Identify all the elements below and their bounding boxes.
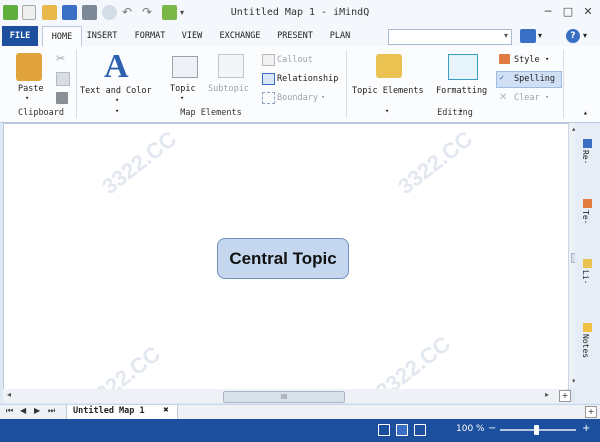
- next-tab-icon[interactable]: ▶: [34, 406, 40, 415]
- clear-dropdown-icon: ▾: [545, 93, 550, 101]
- zoom-level: 100 %: [456, 424, 485, 434]
- tab-format[interactable]: FORMAT: [130, 26, 170, 46]
- scroll-left-icon[interactable]: ◂: [7, 390, 11, 399]
- horizontal-scrollbar[interactable]: ◂ III ▸ +: [3, 389, 571, 403]
- zoom-in-button[interactable]: +: [582, 423, 590, 434]
- tab-home[interactable]: HOME: [42, 26, 82, 46]
- tab-present[interactable]: PRESENT: [272, 26, 318, 46]
- full-screen-icon[interactable]: [414, 424, 426, 436]
- horizontal-scroll-thumb[interactable]: III: [223, 391, 345, 403]
- topic-dropdown-icon[interactable]: ▾: [180, 94, 184, 102]
- topic-elements-icon[interactable]: [376, 54, 402, 78]
- minimize-button[interactable]: ─: [538, 4, 558, 20]
- paste-icon[interactable]: [16, 53, 42, 81]
- subtopic-button: Subtopic: [208, 84, 249, 94]
- boundary-button: Boundary: [277, 93, 318, 103]
- group-separator: [563, 50, 564, 118]
- prev-tab-icon[interactable]: ◀: [20, 406, 26, 415]
- sidetab-resources[interactable]: Re·: [578, 139, 598, 164]
- tab-file[interactable]: FILE: [2, 26, 38, 46]
- last-tab-icon[interactable]: ⏭: [48, 406, 55, 416]
- clipboard-group-label: Clipboard: [17, 108, 65, 118]
- ribbon: Paste ▾ ✂ Clipboard A Text and Color ▾ T…: [0, 46, 600, 123]
- topic-button[interactable]: Topic: [170, 84, 196, 94]
- group-separator: [76, 50, 77, 118]
- style-dropdown-icon[interactable]: ▾: [545, 55, 549, 63]
- network-dropdown-icon[interactable]: ▾: [538, 31, 542, 40]
- tab-exchange[interactable]: EXCHANGE: [214, 26, 266, 46]
- zoom-slider[interactable]: [500, 425, 576, 435]
- sidetab-task[interactable]: Te·: [578, 199, 598, 224]
- group-dropdown-icon[interactable]: ▾: [115, 107, 119, 115]
- document-tab[interactable]: Untitled Map 1 ✖: [66, 405, 178, 420]
- search-dropdown-icon[interactable]: ▾: [504, 31, 508, 40]
- sidetab-library[interactable]: Li·: [578, 259, 598, 284]
- paste-dropdown-icon[interactable]: ▾: [25, 94, 29, 102]
- clear-icon: ✕: [499, 92, 508, 103]
- clear-button: Clear: [514, 93, 540, 103]
- sidetab-notes[interactable]: Notes: [578, 323, 598, 358]
- network-icon[interactable]: [520, 29, 536, 43]
- text-and-color-dropdown-icon[interactable]: ▾: [115, 96, 119, 104]
- callout-button: Callout: [277, 55, 313, 65]
- task-icon: [583, 199, 592, 208]
- first-tab-icon[interactable]: ⏮: [6, 406, 13, 416]
- maximize-button[interactable]: □: [558, 4, 578, 20]
- style-icon[interactable]: [499, 54, 510, 64]
- formatting-button[interactable]: Formatting: [436, 86, 487, 96]
- boundary-icon: [262, 92, 275, 104]
- spelling-button[interactable]: Spelling: [514, 74, 555, 84]
- relationship-icon[interactable]: [262, 73, 275, 85]
- group-separator: [346, 50, 347, 118]
- library-icon: [583, 259, 592, 268]
- format-painter-icon[interactable]: [56, 92, 68, 104]
- callout-icon: [262, 54, 275, 66]
- paste-button[interactable]: Paste: [18, 84, 44, 94]
- document-tabs: ⏮ ◀ ▶ ⏭ Untitled Map 1 ✖ +: [0, 404, 600, 420]
- close-button[interactable]: ✕: [578, 4, 598, 20]
- topic-elements-button[interactable]: Topic Elements: [352, 86, 424, 96]
- tab-plan[interactable]: PLAN: [326, 26, 354, 46]
- fit-map-icon[interactable]: [396, 424, 408, 436]
- tab-view[interactable]: VIEW: [178, 26, 206, 46]
- normal-view-icon[interactable]: [378, 424, 390, 436]
- ribbon-tabs: FILE HOME INSERT FORMAT VIEW EXCHANGE PR…: [0, 26, 600, 46]
- window-title: Untitled Map 1 - iMindQ: [230, 7, 370, 18]
- help-dropdown-icon[interactable]: ▾: [583, 31, 587, 40]
- search-input[interactable]: ▾: [388, 29, 512, 45]
- formatting-icon[interactable]: [448, 54, 478, 80]
- central-topic[interactable]: Central Topic: [217, 238, 349, 279]
- map-elements-group-label: Map Elements: [180, 108, 242, 118]
- notes-icon: [583, 323, 592, 332]
- boundary-dropdown-icon: ▾: [321, 93, 326, 101]
- tab-insert[interactable]: INSERT: [84, 26, 120, 46]
- document-tab-label: Untitled Map 1: [73, 406, 145, 416]
- map-canvas[interactable]: Central Topic: [3, 123, 569, 390]
- style-button[interactable]: Style: [514, 55, 540, 65]
- side-panel: Re· Te· Li· Notes: [575, 123, 600, 403]
- relationship-button[interactable]: Relationship: [277, 74, 338, 84]
- spelling-icon[interactable]: ✓: [499, 74, 510, 84]
- subtopic-icon: [218, 54, 244, 78]
- topic-icon[interactable]: [172, 56, 198, 78]
- copy-icon[interactable]: [56, 72, 70, 86]
- text-and-color-button[interactable]: Text and Color: [80, 86, 152, 96]
- help-icon[interactable]: ?: [566, 29, 580, 43]
- text-and-color-icon[interactable]: A: [104, 50, 129, 84]
- zoom-out-button[interactable]: −: [488, 423, 496, 434]
- editing-group-label: Editing: [437, 108, 473, 118]
- resources-icon: [583, 139, 592, 148]
- scroll-right-icon[interactable]: ▸: [545, 390, 549, 399]
- status-bar: 100 % − +: [0, 419, 600, 442]
- close-tab-icon[interactable]: ✖: [163, 406, 169, 414]
- zoom-slider-thumb[interactable]: [534, 425, 539, 435]
- title-bar: ↶ ↷ ▾ Untitled Map 1 - iMindQ ─ □ ✕: [0, 0, 600, 27]
- cut-icon[interactable]: ✂: [56, 52, 68, 65]
- collapse-ribbon-icon[interactable]: ▴: [583, 108, 588, 117]
- zoom-in-canvas-icon[interactable]: +: [559, 390, 571, 402]
- new-tab-icon[interactable]: +: [585, 406, 597, 418]
